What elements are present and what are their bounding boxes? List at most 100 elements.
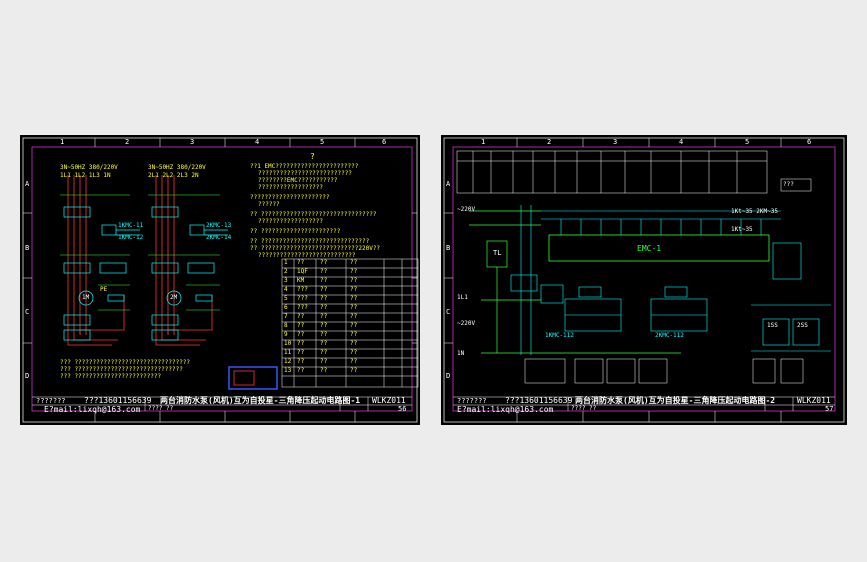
table-row: ??	[320, 322, 328, 329]
table-row: 4	[284, 286, 288, 293]
col-number: 5	[745, 138, 750, 146]
table-row: ??	[297, 259, 305, 266]
stamp	[228, 366, 278, 390]
table-row: ??	[297, 313, 305, 320]
table-row: ??	[320, 259, 328, 266]
table-row: ??	[350, 295, 358, 302]
table-row: ???	[297, 286, 308, 293]
table-row: ??	[320, 304, 328, 311]
contact-phone: ???13601156639	[84, 396, 152, 405]
col-number: 2	[125, 138, 130, 146]
table-row: ??	[350, 259, 358, 266]
row-letter: C	[25, 308, 30, 316]
line-label: 1N	[457, 350, 465, 357]
table-row: 12	[284, 358, 292, 365]
col-number: 2	[547, 138, 552, 146]
drawing-title: 两台消防水泵(风机)互为自投星-三角降压起动电路图-2	[575, 396, 776, 405]
table-row: 9	[284, 331, 288, 338]
supply-label-1: 3N~50HZ 380/220V	[60, 164, 118, 171]
pe-label: PE	[100, 286, 108, 293]
top-ref-label: ???	[783, 181, 794, 188]
table-row: 11	[284, 349, 292, 356]
bottom-note: ??? ????????????????????????	[60, 373, 162, 380]
col-number: 6	[807, 138, 812, 146]
col-number: 3	[190, 138, 195, 146]
table-row: 3	[284, 277, 288, 284]
phase-label-1: 1L1 1L2 1L3 1N	[60, 172, 111, 179]
table-row: ??	[297, 367, 305, 374]
table-row: ??	[320, 358, 328, 365]
table-row: ???	[297, 304, 308, 311]
row-letter: A	[446, 180, 451, 188]
drawing-code: WLKZ011	[797, 396, 831, 405]
table-row: ??	[320, 277, 328, 284]
row-letter: A	[25, 180, 30, 188]
table-row: ??	[320, 313, 328, 320]
motor-label: 2M	[170, 294, 178, 301]
table-row: ??	[297, 322, 305, 329]
note-line: ??????????????????	[258, 184, 324, 191]
col-number: 3	[613, 138, 618, 146]
table-row: ??	[350, 331, 358, 338]
tl-label: TL	[493, 249, 502, 257]
notes-heading: ?	[310, 152, 315, 161]
col-number: 6	[382, 138, 387, 146]
row-letter: B	[25, 244, 30, 252]
designer-label: ???????	[36, 397, 66, 405]
relay-label: 2SS	[797, 322, 808, 329]
contact-email[interactable]: E?mail:lixqh@163.com	[44, 406, 140, 414]
table-row: ??	[320, 340, 328, 347]
table-row: ??	[320, 349, 328, 356]
table-row: ??	[350, 277, 358, 284]
table-row: 1QF	[297, 268, 308, 275]
drawing-sheet-right[interactable]: 1 2 3 4 5 6 A B C D EMC-1 ~220V ~220V TL…	[441, 135, 847, 425]
table-row: ??	[297, 358, 305, 365]
table-row: KM	[297, 277, 305, 284]
table-row: ??	[350, 358, 358, 365]
power-circuit-1	[60, 175, 140, 346]
col-number: 1	[481, 138, 486, 146]
kmc-label: 2KMC-13	[206, 222, 232, 229]
drawing-title: 两台消防水泵(风机)互为自投星-三角降压起动电路图-1	[160, 396, 361, 405]
emc-module	[541, 210, 781, 262]
kmc-label: 1KMC-12	[118, 234, 144, 241]
sheet-number: 56	[398, 405, 407, 413]
drawing-code: WLKZ011	[372, 396, 406, 405]
table-row: ??	[297, 331, 305, 338]
drawing-sheet-left[interactable]: 1 2 3 4 5 6 A B C D 3N~50HZ 380/220V 1L1…	[20, 135, 420, 425]
motor-label: 1M	[82, 294, 90, 301]
table-row: 7	[284, 313, 288, 320]
table-row: ??	[297, 349, 305, 356]
designer-label: ???????	[457, 397, 487, 405]
kmc-label: 2KMC-14	[206, 234, 232, 241]
contact-phone: ???13601156639	[505, 396, 573, 405]
table-row: 10	[284, 340, 292, 347]
table-row: ??	[350, 304, 358, 311]
table-row: 6	[284, 304, 288, 311]
contact-email[interactable]: E?mail:lixqh@163.com	[457, 406, 553, 414]
power-circuit-2	[148, 175, 228, 346]
grid-ticks	[444, 138, 782, 422]
col-number: 1	[60, 138, 65, 146]
table-row: ??	[350, 367, 358, 374]
kmc-label: 1KMC-112	[545, 332, 574, 339]
table-row: 1	[284, 259, 288, 266]
note-line: ??????????????????	[258, 218, 324, 225]
sheet-number: 57	[825, 405, 834, 413]
table-row: ??	[350, 322, 358, 329]
table-row: ???	[297, 295, 308, 302]
table-row: ??	[350, 349, 358, 356]
control-left	[469, 205, 681, 355]
kmc-label: 2KMC-112	[655, 332, 684, 339]
table-row: 5	[284, 295, 288, 302]
table-row: 8	[284, 322, 288, 329]
row-letter: D	[446, 372, 451, 380]
row-letter: C	[446, 308, 451, 316]
table-row: ??	[320, 268, 328, 275]
table-row: ??	[297, 340, 305, 347]
table-row: ??	[320, 331, 328, 338]
table-row: ??	[320, 367, 328, 374]
col-number: 4	[679, 138, 684, 146]
note-line: ?? ??????????????????????	[250, 228, 341, 235]
table-row: ??	[350, 286, 358, 293]
